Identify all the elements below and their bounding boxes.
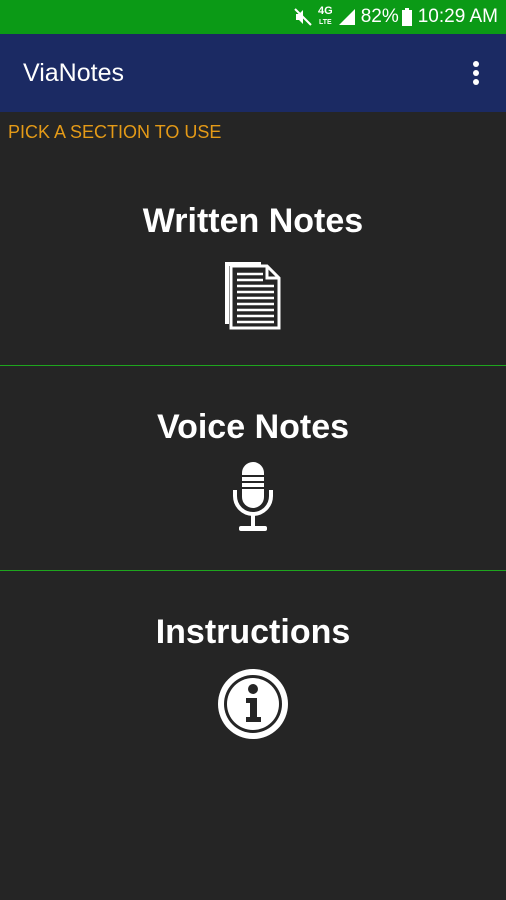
written-notes-section[interactable]: Written Notes [0,160,506,364]
info-icon [0,667,506,741]
instructions-section[interactable]: Instructions [0,571,506,775]
more-vert-icon [473,61,479,85]
voice-notes-section[interactable]: Voice Notes [0,366,506,570]
voice-notes-title: Voice Notes [156,408,350,446]
clock: 10:29 AM [417,6,498,27]
app-title: ViaNotes [23,58,124,87]
section-instruction: PICK A SECTION TO USE [8,122,222,142]
instructions-title: Instructions [155,613,351,651]
document-icon [0,256,506,330]
network-indicator: 4G LTE [318,6,333,28]
mute-icon [294,8,312,26]
battery-percent: 82% [360,6,399,27]
written-notes-title: Written Notes [142,202,364,240]
network-type: 4G [318,5,333,17]
microphone-icon [0,462,506,534]
battery-icon [401,8,412,26]
overflow-menu-button[interactable] [464,58,488,88]
app-bar: ViaNotes [0,34,506,112]
signal-icon [338,9,355,25]
network-subtype: LTE [318,19,332,26]
status-bar: 4G LTE 82% 10:29 AM [0,0,506,34]
